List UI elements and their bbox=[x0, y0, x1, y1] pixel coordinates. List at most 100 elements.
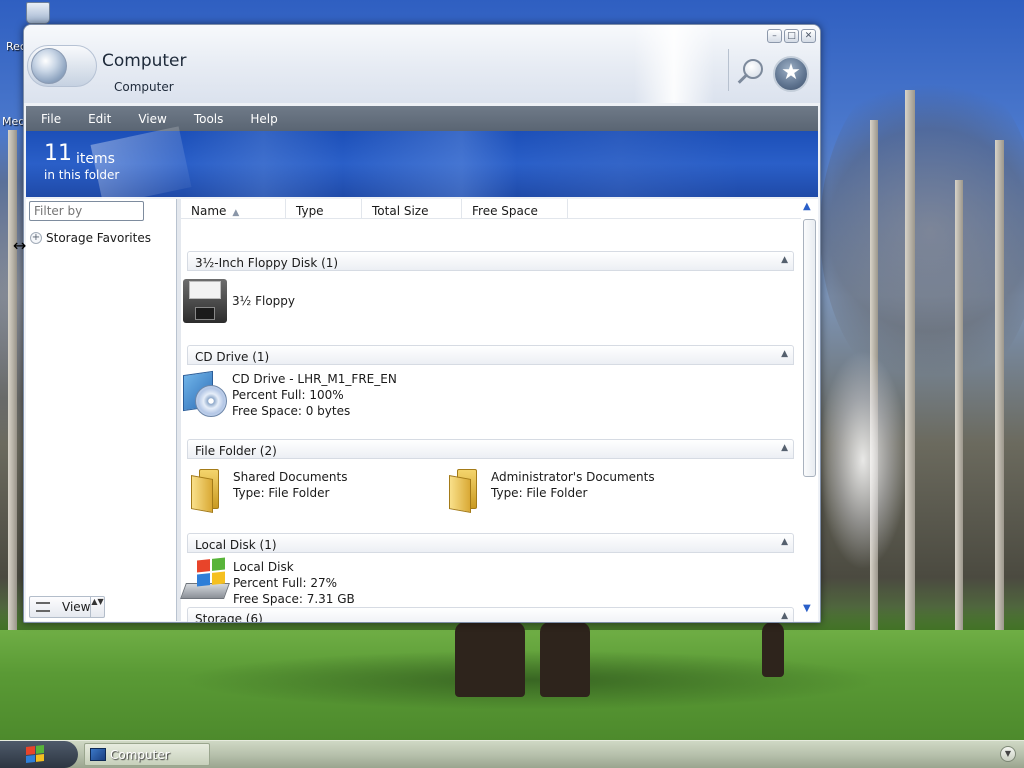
minimize-button[interactable]: – bbox=[767, 29, 782, 43]
item-name: 3½ Floppy bbox=[232, 294, 295, 308]
title-bar[interactable]: Computer Computer – □ ✕ ★ bbox=[24, 25, 820, 103]
item-free-space: Free Space: 0 bytes bbox=[232, 404, 351, 418]
group-title: Storage (6) bbox=[195, 612, 263, 623]
taskbar: Computer ▼ bbox=[0, 740, 1024, 768]
column-free-space[interactable]: Free Space bbox=[462, 199, 568, 219]
view-label: View bbox=[62, 600, 91, 614]
flag-blue bbox=[197, 573, 210, 587]
toolbar-separator bbox=[728, 49, 729, 91]
tree-trunk bbox=[995, 140, 1004, 650]
group-title: CD Drive (1) bbox=[195, 350, 270, 364]
item-details: CD Drive - LHR_M1_FRE_EN Percent Full: 1… bbox=[229, 371, 397, 419]
menu-help[interactable]: Help bbox=[235, 112, 277, 126]
column-type[interactable]: Type bbox=[286, 199, 362, 219]
menu-bar: File Edit View Tools Help bbox=[26, 106, 818, 131]
group-floppy: 3½-Inch Floppy Disk (1) ▲ 3½ Floppy bbox=[183, 251, 794, 323]
resize-cursor-icon: ↔ bbox=[13, 236, 27, 255]
navigation-pane: + Storage Favorites View ▲▼ bbox=[26, 199, 177, 621]
tree-trunk bbox=[955, 180, 963, 650]
list-item[interactable]: Shared Documents Type: File Folder bbox=[181, 465, 347, 513]
flag-yellow bbox=[212, 571, 225, 585]
flag-red bbox=[197, 559, 210, 573]
close-button[interactable]: ✕ bbox=[801, 29, 816, 43]
item-free-space: Free Space: 7.31 GB bbox=[233, 592, 355, 606]
magnifier-handle bbox=[737, 73, 749, 84]
item-details: Administrator's Documents Type: File Fol… bbox=[483, 465, 655, 511]
group-cd-drive: CD Drive (1) ▲ CD Drive - LHR_M1_FRE_EN … bbox=[183, 345, 794, 418]
window-controls: – □ ✕ bbox=[767, 29, 816, 43]
computer-icon bbox=[90, 748, 106, 761]
folder-icon bbox=[439, 465, 483, 513]
group-title: File Folder (2) bbox=[195, 444, 277, 458]
filter-input[interactable] bbox=[29, 201, 144, 221]
vertical-scrollbar[interactable]: ▲ ▼ bbox=[801, 199, 818, 621]
list-item[interactable]: CD Drive - LHR_M1_FRE_EN Percent Full: 1… bbox=[181, 370, 397, 419]
view-button[interactable]: View ▲▼ bbox=[29, 596, 105, 618]
tray-expand-icon[interactable]: ▼ bbox=[1000, 746, 1016, 762]
local-disk-icon bbox=[180, 557, 231, 605]
window-title: Computer bbox=[102, 51, 187, 71]
group-local-disk: Local Disk (1) ▲ Local Disk Percent Full… bbox=[180, 533, 794, 606]
group-header[interactable]: CD Drive (1) ▲ bbox=[187, 345, 794, 365]
menu-view[interactable]: View bbox=[123, 112, 166, 126]
flag-red bbox=[26, 746, 35, 755]
expand-icon[interactable]: + bbox=[30, 232, 42, 244]
scroll-down-icon[interactable]: ▼ bbox=[803, 603, 811, 614]
group-title: Local Disk (1) bbox=[195, 538, 277, 552]
item-details: Shared Documents Type: File Folder bbox=[225, 465, 347, 511]
column-total-size[interactable]: Total Size bbox=[362, 199, 462, 219]
list-item[interactable]: Local Disk Percent Full: 27% Free Space:… bbox=[180, 557, 355, 607]
item-name: Local Disk bbox=[233, 560, 294, 574]
group-header[interactable]: File Folder (2) ▲ bbox=[187, 439, 794, 459]
group-header[interactable]: Local Disk (1) ▲ bbox=[187, 533, 794, 553]
computer-window: Computer Computer – □ ✕ ★ File Edit View… bbox=[23, 24, 821, 623]
desktop-icon-label[interactable]: Med bbox=[2, 115, 25, 128]
windows-flag-icon bbox=[26, 745, 44, 763]
collapse-icon[interactable]: ▲ bbox=[781, 255, 788, 265]
tree-trunk-dark bbox=[455, 622, 525, 697]
blossom-tree bbox=[818, 350, 908, 570]
item-name: Shared Documents bbox=[233, 470, 348, 484]
recycle-bin-icon[interactable] bbox=[26, 2, 50, 24]
group-file-folder: File Folder (2) ▲ Shared Documents Type:… bbox=[187, 439, 794, 513]
scroll-up-icon[interactable]: ▲ bbox=[803, 201, 811, 212]
menu-file[interactable]: File bbox=[26, 112, 61, 126]
flag-green bbox=[35, 745, 44, 754]
taskbar-computer-button[interactable]: Computer bbox=[84, 743, 210, 766]
group-title: 3½-Inch Floppy Disk (1) bbox=[195, 256, 339, 270]
column-name[interactable]: Name ▲ bbox=[181, 199, 286, 219]
item-name: Administrator's Documents bbox=[491, 470, 655, 484]
folder-icon bbox=[181, 465, 225, 513]
start-button[interactable] bbox=[0, 741, 78, 768]
collapse-icon[interactable]: ▲ bbox=[781, 443, 788, 453]
item-count: 11 bbox=[44, 141, 72, 166]
restore-button[interactable]: □ bbox=[784, 29, 799, 43]
star-icon[interactable]: ★ bbox=[773, 56, 809, 92]
menu-edit[interactable]: Edit bbox=[73, 112, 111, 126]
item-type: Type: File Folder bbox=[491, 486, 588, 500]
search-button[interactable] bbox=[737, 57, 767, 87]
item-percent-full: Percent Full: 27% bbox=[233, 576, 338, 590]
tree-branches bbox=[820, 60, 1024, 400]
content-pane: Name ▲ Type Total Size Free Space 3½-Inch… bbox=[180, 199, 818, 623]
collapse-icon[interactable]: ▲ bbox=[781, 611, 788, 621]
item-count-subtitle: in this folder bbox=[44, 168, 120, 182]
collapse-icon[interactable]: ▲ bbox=[781, 537, 788, 547]
menu-tools[interactable]: Tools bbox=[179, 112, 224, 126]
list-item[interactable]: Administrator's Documents Type: File Fol… bbox=[439, 465, 655, 513]
group-header[interactable]: Storage (6) ▲ bbox=[187, 607, 794, 623]
storage-favorites-label: Storage Favorites bbox=[46, 231, 151, 245]
tree-trunk bbox=[8, 130, 17, 670]
collapse-icon[interactable]: ▲ bbox=[781, 349, 788, 359]
tree-trunk-dark bbox=[762, 622, 784, 677]
group-header[interactable]: 3½-Inch Floppy Disk (1) ▲ bbox=[187, 251, 794, 271]
list-view-icon bbox=[36, 602, 50, 612]
column-headers: Name ▲ Type Total Size Free Space bbox=[181, 199, 801, 219]
back-button[interactable] bbox=[31, 48, 67, 84]
item-details: Local Disk Percent Full: 27% Free Space:… bbox=[231, 559, 355, 607]
item-percent-full: Percent Full: 100% bbox=[232, 388, 344, 402]
list-item[interactable]: 3½ Floppy bbox=[181, 277, 295, 323]
view-spin-icon[interactable]: ▲▼ bbox=[90, 597, 104, 617]
scroll-thumb[interactable] bbox=[803, 219, 816, 477]
storage-favorites-node[interactable]: + Storage Favorites bbox=[30, 231, 151, 245]
